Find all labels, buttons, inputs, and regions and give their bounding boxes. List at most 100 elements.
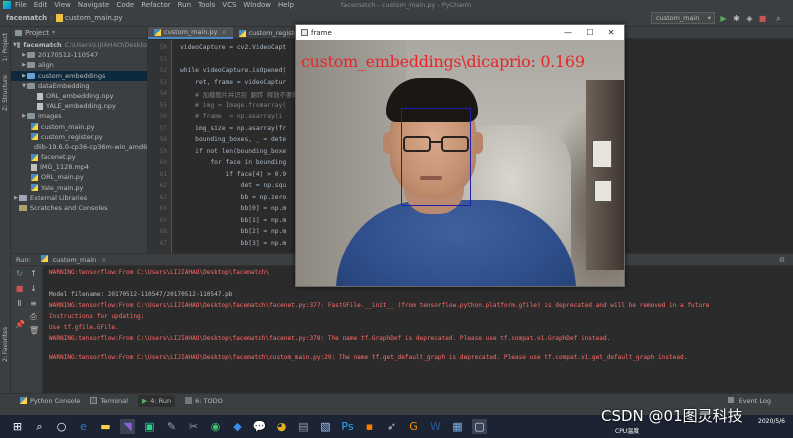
wechat-icon[interactable]: 💬 — [252, 419, 267, 434]
tree-item[interactable]: ▶ External Libraries — [11, 193, 147, 203]
opencv-frame-taskbar-icon[interactable]: ▢ — [472, 419, 487, 434]
tree-item[interactable]: ORL_embedding.npy — [11, 91, 147, 101]
menu-vcs[interactable]: VCS — [222, 1, 236, 9]
app-icon[interactable]: ▦ — [450, 419, 465, 434]
app-icon[interactable]: ➶ — [384, 419, 399, 434]
menu-file[interactable]: File — [15, 1, 27, 9]
photoshop-icon[interactable]: Ps — [340, 419, 355, 434]
stop-icon[interactable]: ■ — [758, 14, 767, 23]
tree-item[interactable]: ▶ align — [11, 60, 147, 70]
tools-icon[interactable]: ✂ — [186, 419, 201, 434]
code-line[interactable]: bb[0] = np.m — [180, 205, 287, 212]
menu-help[interactable]: Help — [278, 1, 294, 9]
project-panel-title[interactable]: Project — [25, 29, 49, 37]
trash-icon[interactable]: 🗑 — [29, 326, 39, 335]
coverage-icon[interactable]: ◈ — [745, 14, 754, 23]
code-line[interactable]: bounding_boxes, _ = dete — [180, 136, 286, 143]
windows-start-icon[interactable]: ⊞ — [10, 419, 25, 434]
menu-navigate[interactable]: Navigate — [78, 1, 109, 9]
rerun-icon[interactable]: ↻ — [15, 269, 24, 278]
run-configuration-select[interactable]: custom_main ▾ — [651, 12, 715, 24]
code-line[interactable]: bb = np.zero — [180, 194, 287, 201]
app-icon[interactable]: G — [406, 419, 421, 434]
search-icon[interactable]: ⌕ — [32, 419, 47, 434]
project-tool-tab[interactable]: 1: Project — [2, 33, 9, 61]
app-icon[interactable]: ✎ — [164, 419, 179, 434]
tree-item-selected[interactable]: ▶ custom_embeddings — [11, 70, 147, 81]
structure-tool-tab[interactable]: Z: Structure — [2, 75, 9, 111]
chrome-icon[interactable]: ◕ — [274, 419, 289, 434]
word-icon[interactable]: W — [428, 419, 443, 434]
menu-code[interactable]: Code — [116, 1, 134, 9]
tab-python-console[interactable]: Python Console — [20, 397, 80, 405]
breadcrumb-project[interactable]: facematch — [6, 14, 47, 22]
tree-item[interactable]: ORL_main.py — [11, 172, 147, 182]
tree-item[interactable]: custom_register.py — [11, 132, 147, 142]
tab-run[interactable]: ▶ 4: Run — [137, 394, 176, 407]
run-icon[interactable]: ▶ — [719, 14, 728, 23]
settings-gear-icon[interactable]: ⚙ — [779, 256, 785, 264]
chevron-down-icon[interactable]: ▾ — [52, 29, 55, 36]
debug-icon[interactable]: ✱ — [732, 14, 741, 23]
close-icon[interactable]: ✕ — [601, 27, 621, 38]
code-line-comment[interactable]: # frame = np.asarray(i — [180, 113, 282, 120]
edge-browser-icon[interactable]: e — [76, 419, 91, 434]
scroll-down-icon[interactable]: ↓ — [29, 284, 38, 293]
search-icon[interactable]: ⌕ — [774, 14, 783, 23]
menu-view[interactable]: View — [54, 1, 71, 9]
menu-edit[interactable]: Edit — [34, 1, 48, 9]
app-icon[interactable]: ◉ — [208, 419, 223, 434]
tree-item[interactable]: ▶ 20170512-110547 — [11, 50, 147, 60]
app-icon[interactable]: ▪ — [362, 419, 377, 434]
maximize-icon[interactable]: ☐ — [580, 27, 600, 38]
frame-window[interactable]: frame — ☐ ✕ custom_embeddings\dicaprio: … — [295, 24, 625, 287]
tree-item[interactable]: Scratches and Consoles — [11, 203, 147, 213]
favorites-tool-tab[interactable]: 2: Favorites — [2, 327, 9, 362]
stop-icon[interactable]: ■ — [15, 284, 24, 293]
tab-terminal[interactable]: Terminal — [90, 397, 128, 405]
frame-window-titlebar[interactable]: frame — ☐ ✕ — [296, 25, 624, 40]
file-explorer-icon[interactable]: ▬ — [98, 419, 113, 434]
print-icon[interactable]: ⎙ — [29, 312, 38, 321]
tree-item[interactable]: dlib-19.6.0-cp36-cp36m-win_amd6 — [11, 142, 147, 152]
menu-tools[interactable]: Tools — [198, 1, 215, 9]
scroll-up-icon[interactable]: ↑ — [29, 269, 38, 278]
breadcrumb-file[interactable]: custom_main.py — [65, 14, 123, 22]
tree-item[interactable]: Yale_main.py — [11, 183, 147, 193]
soft-wrap-icon[interactable]: ≡ — [29, 299, 38, 308]
pin-icon[interactable]: 📌 — [15, 320, 25, 329]
cortana-icon[interactable]: ○ — [54, 419, 69, 434]
code-line-comment[interactable]: # img = Image.fromarray( — [180, 102, 286, 109]
code-line[interactable]: ret, frame = videoCaptur — [180, 79, 286, 86]
tree-item[interactable]: YALE_embedding.npy — [11, 101, 147, 111]
pycharm-taskbar-icon[interactable]: ▣ — [142, 419, 157, 434]
code-line[interactable]: img_size = np.asarray(fr — [180, 125, 286, 132]
visual-studio-icon[interactable]: ◥ — [120, 419, 135, 434]
app-icon[interactable]: ▤ — [296, 419, 311, 434]
run-tab-custom-main[interactable]: custom_main × — [40, 255, 107, 264]
tree-item[interactable]: ▶ images — [11, 111, 147, 121]
app-icon[interactable]: ▧ — [318, 419, 333, 434]
code-line[interactable]: videoCapture = cv2.VideoCapt — [180, 44, 286, 51]
event-log-button[interactable]: Event Log — [727, 397, 771, 405]
tree-item-root[interactable]: ▼ facematch C:\Users\LIJIAHAO\Deskto — [11, 40, 147, 50]
code-line[interactable]: if not len(bounding_boxe — [180, 148, 286, 155]
app-icon[interactable]: ◆ — [230, 419, 245, 434]
code-line[interactable]: if face[4] > 0.9 — [180, 171, 286, 178]
menu-window[interactable]: Window — [243, 1, 271, 9]
code-line[interactable]: det = np.squ — [180, 182, 287, 189]
tree-item[interactable]: facenet.py — [11, 152, 147, 162]
tree-item[interactable]: custom_main.py — [11, 122, 147, 132]
code-line[interactable]: for face in bounding — [180, 159, 286, 166]
tab-custom-main[interactable]: custom_main.py × — [148, 27, 233, 39]
tree-item[interactable]: IMG_1128.mp4 — [11, 162, 147, 172]
tab-todo[interactable]: 6: TODO — [185, 397, 223, 405]
close-icon[interactable]: × — [221, 29, 226, 36]
minimize-icon[interactable]: — — [558, 27, 578, 38]
code-line[interactable]: bb[1] = np.m — [180, 217, 287, 224]
close-icon[interactable]: × — [101, 256, 106, 264]
menu-refactor[interactable]: Refactor — [141, 1, 170, 9]
menu-run[interactable]: Run — [178, 1, 191, 9]
code-line[interactable]: bb[2] = np.m — [180, 228, 287, 235]
code-line-comment[interactable]: # 加载图片并识别 翻转 释放不要的 — [180, 90, 298, 99]
